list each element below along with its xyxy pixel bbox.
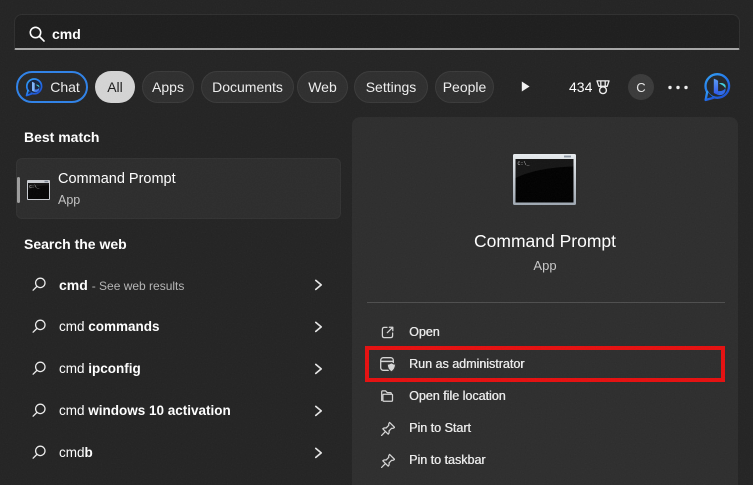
svg-text:C:\_: C:\_ — [518, 161, 531, 167]
svg-text:C:\_: C:\_ — [29, 185, 40, 190]
